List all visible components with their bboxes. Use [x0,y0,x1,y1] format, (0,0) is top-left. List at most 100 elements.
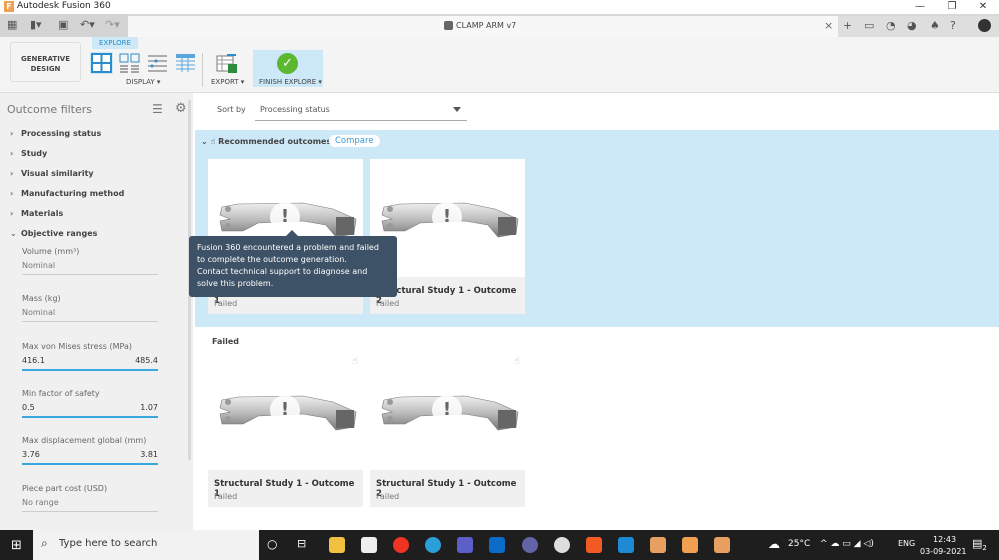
outlook-icon[interactable] [489,537,505,553]
undo-icon[interactable]: ↶▾ [80,18,95,31]
close-button[interactable]: ✕ [968,0,998,14]
finish-explore-button[interactable]: ✓ FINISH EXPLORE ▾ [253,50,323,87]
taskbar-search-input[interactable]: ⌕ Type here to search [33,530,259,560]
workspace-selector[interactable]: GENERATIVE DESIGN [10,42,81,82]
card-list-view-icon[interactable] [118,52,141,74]
ribbon: GENERATIVE DESIGN EXPLORE DISPLAY ▾ EXPO… [0,37,999,93]
grid-apps-icon[interactable]: ▦ [7,18,17,31]
filter-objective-ranges[interactable]: ⌄ Objective ranges [10,229,97,238]
outcome-status: Failed [214,299,238,308]
sort-label: Sort by [217,105,246,114]
file-explorer-icon[interactable] [329,537,345,553]
restore-button[interactable]: ❐ [937,0,967,14]
filter-study[interactable]: › Study [10,149,47,158]
outcome-status: Failed [376,492,400,501]
outcome-status: Failed [214,492,238,501]
range-label: Mass (kg) [22,294,61,303]
task-view-icon[interactable]: ⊟ [297,537,306,550]
outcome-thumbnail: ! ☝ [208,352,363,470]
window-title: Autodesk Fusion 360 [17,1,111,11]
clock-date[interactable]: 03-09-2021 [920,547,967,556]
warning-icon[interactable]: ! [270,395,300,425]
range-min: Nominal [22,261,56,270]
recommended-header[interactable]: ⌄ ☝ Recommended outcomes [201,137,331,146]
export-dropdown[interactable]: EXPORT ▾ [211,78,244,86]
teams-classic-icon[interactable] [522,537,538,553]
comment-icon[interactable]: ▭ [864,19,874,32]
fusion360-taskbar-icon[interactable] [682,537,698,553]
range-min: 0.5 [22,403,35,412]
tray-icons[interactable]: ^ ☁ ▭ ◢ ◁) [820,539,874,549]
windows-start-icon[interactable]: ⊞ [11,538,22,553]
like-icon[interactable]: ☝ [352,356,358,367]
list-view-icon[interactable] [146,52,169,74]
filters-title: Outcome filters [7,103,93,116]
filter-visual-similarity[interactable]: › Visual similarity [10,169,94,178]
minimize-button[interactable]: — [905,0,935,14]
quip-icon[interactable] [554,537,570,553]
outcome-card[interactable]: ! ☝ Structural Study 1 - Outcome 1 Failed [208,352,363,507]
youtube-music-icon[interactable] [393,537,409,553]
range-displacement[interactable]: Max displacement global (mm) 3.76 3.81 [22,436,158,465]
teams-icon[interactable] [457,537,473,553]
help-icon[interactable]: ? [950,19,956,32]
file-menu-icon[interactable]: ▮▾ [30,18,42,31]
edge-icon[interactable] [425,537,441,553]
cortana-icon[interactable]: ○ [267,537,277,551]
grid-view-icon[interactable] [90,52,113,74]
weather-icon[interactable]: ☁ [768,537,780,551]
sort-select[interactable]: Processing status [255,99,467,121]
bell-icon[interactable]: ♠ [930,19,940,32]
like-icon[interactable]: ☝ [514,356,520,367]
range-volume[interactable]: Volume (mm³) Nominal [22,247,158,275]
range-min: 3.76 [22,450,40,459]
redo-icon[interactable]: ↷▾ [105,18,120,31]
export-excel-icon[interactable] [215,51,239,75]
table-view-icon[interactable] [174,52,197,74]
close-tab-button[interactable]: × [824,19,833,32]
range-max: 485.4 [135,356,158,365]
job-status-icon[interactable]: ◕ [907,19,917,32]
gear-icon[interactable]: ⚙ [175,101,187,116]
tooltip-line: Contact technical support to diagnose an… [197,267,368,288]
failed-header: Failed [212,337,240,346]
weather-temp[interactable]: 25°C [788,539,810,549]
app-i-icon[interactable] [714,537,730,553]
extensions-icon[interactable]: ◔ [886,19,896,32]
clock-time[interactable]: 12:43 [933,535,956,544]
outcome-card[interactable]: ! ☝ Structural Study 1 - Outcome 2 Failed [370,352,525,507]
range-label: Min factor of safety [22,389,100,398]
language-indicator[interactable]: ENG [898,539,915,548]
plus-icon[interactable]: + [843,19,852,32]
range-min: Nominal [22,308,56,317]
sliders-icon[interactable]: ☰ [152,102,163,116]
range-label: Max von Mises stress (MPa) [22,342,132,351]
document-tab-name: CLAMP ARM v7 [456,21,517,30]
store-icon[interactable] [361,537,377,553]
range-von-mises-stress[interactable]: Max von Mises stress (MPa) 416.1 485.4 [22,342,158,371]
range-label: Volume (mm³) [22,247,80,256]
range-factor-of-safety[interactable]: Min factor of safety 0.5 1.07 [22,389,158,418]
range-piece-part-cost[interactable]: Piece part cost (USD) No range [22,484,158,512]
filter-processing-status[interactable]: › Processing status [10,129,101,138]
brave-icon[interactable] [586,537,602,553]
outcomes-area: Sort by Processing status ⌄ ☝ Recommende… [195,93,999,530]
checkmark-icon: ✓ [277,53,298,74]
document-tab[interactable]: CLAMP ARM v7 × [128,16,838,37]
compare-button[interactable]: Compare [329,135,380,147]
filter-manufacturing-method[interactable]: › Manufacturing method [10,189,124,198]
avatar[interactable] [978,19,991,32]
save-icon[interactable]: ▣ [58,18,68,31]
display-dropdown[interactable]: DISPLAY ▾ [126,78,160,86]
warning-icon[interactable]: ! [432,202,462,232]
range-mass[interactable]: Mass (kg) Nominal [22,294,158,322]
warning-icon[interactable]: ! [432,395,462,425]
warning-icon[interactable]: ! [270,202,300,232]
filter-materials[interactable]: › Materials [10,209,63,218]
vscode-icon[interactable] [618,537,634,553]
like-icon: ☝ [210,137,216,146]
app-p-icon[interactable] [650,537,666,553]
explore-tab[interactable]: EXPLORE [92,37,138,49]
notifications-icon[interactable]: ▤2 [972,537,987,552]
component-icon [444,21,453,30]
